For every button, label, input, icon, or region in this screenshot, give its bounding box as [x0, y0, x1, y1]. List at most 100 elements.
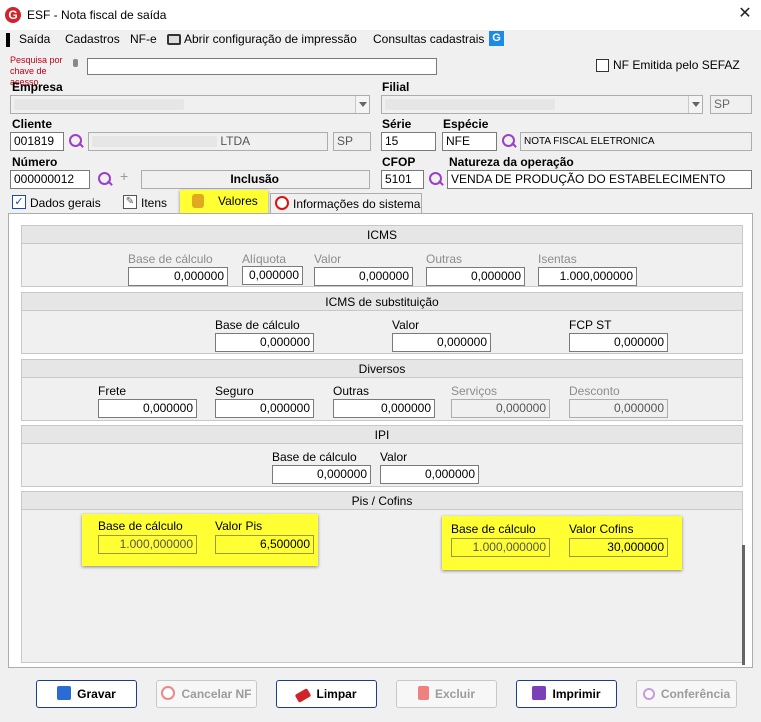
- diversos-section: Diversos Frete 0,000000 Seguro 0,000000 …: [21, 359, 743, 421]
- menu-nfe[interactable]: NF-e: [130, 32, 157, 46]
- numero-input[interactable]: 000000012: [10, 170, 90, 189]
- pis-base-label: Base de cálculo: [98, 519, 183, 533]
- tab-valores[interactable]: Valores: [180, 190, 268, 214]
- panel-scrollbar[interactable]: [742, 545, 745, 665]
- especie-desc-field: NOTA FISCAL ELETRONICA: [520, 132, 752, 151]
- tab-label: Dados gerais: [30, 196, 101, 210]
- search-icon[interactable]: [68, 133, 84, 149]
- gravar-button[interactable]: Gravar: [36, 680, 137, 708]
- ipi-valor-input[interactable]: 0,000000: [380, 465, 479, 484]
- desconto-input: 0,000000: [569, 399, 668, 418]
- menu-cadastros[interactable]: Cadastros: [65, 32, 120, 46]
- especie-code-input[interactable]: NFE: [442, 132, 497, 151]
- filial-label: Filial: [382, 80, 410, 94]
- search-icon[interactable]: [428, 171, 444, 187]
- icms-isentas-label: Isentas: [538, 252, 577, 266]
- icms-aliquota-input[interactable]: 0,000000: [242, 266, 303, 285]
- limpar-button[interactable]: Limpar: [276, 680, 377, 708]
- nf-emitida-checkbox[interactable]: [596, 59, 609, 72]
- valor-cofins-input[interactable]: 30,000000: [569, 538, 668, 557]
- nf-emitida-label: NF Emitida pelo SEFAZ: [613, 58, 740, 72]
- eraser-icon: [295, 688, 312, 703]
- icms-st-section: ICMS de substituição Base de cálculo 0,0…: [21, 292, 743, 354]
- frete-input[interactable]: 0,000000: [98, 399, 197, 418]
- icms-valor-label: Valor: [314, 252, 342, 266]
- cofins-base-input[interactable]: 1.000,000000: [451, 538, 550, 557]
- button-label: Cancelar NF: [181, 687, 252, 701]
- cliente-name-redacted: [92, 136, 217, 148]
- frete-label: Frete: [98, 384, 127, 398]
- icms-isentas-input[interactable]: 1.000,000000: [538, 267, 637, 286]
- icms-valor-input[interactable]: 0,000000: [314, 267, 413, 286]
- conferencia-button[interactable]: Conferência: [636, 680, 737, 708]
- ipi-valor-label: Valor: [380, 450, 408, 464]
- servicos-input: 0,000000: [451, 399, 550, 418]
- empresa-select[interactable]: [10, 95, 370, 114]
- icms-outras-input[interactable]: 0,000000: [426, 267, 525, 286]
- excluir-button[interactable]: Excluir: [396, 680, 497, 708]
- search-key-input[interactable]: [87, 58, 437, 75]
- chevron-down-icon[interactable]: [355, 96, 369, 113]
- cliente-code-input[interactable]: 001819: [10, 132, 64, 151]
- icms-st-valor-input[interactable]: 0,000000: [392, 333, 491, 352]
- icms-st-fcp-input[interactable]: 0,000000: [569, 333, 668, 352]
- cliente-name-field: LTDA: [88, 132, 328, 151]
- natureza-input[interactable]: VENDA DE PRODUÇÃO DO ESTABELECIMENTO: [447, 170, 752, 189]
- app-shortcut-icon[interactable]: G: [489, 31, 504, 46]
- numero-label: Número: [12, 155, 58, 169]
- search-icon: [642, 688, 655, 700]
- ipi-base-input[interactable]: 0,000000: [272, 465, 371, 484]
- pis-base-input[interactable]: 1.000,000000: [98, 535, 197, 554]
- cfop-input[interactable]: 5101: [381, 170, 424, 189]
- pin-icon: [73, 59, 78, 67]
- filial-select[interactable]: [381, 95, 703, 114]
- cancelar-nf-button[interactable]: Cancelar NF: [156, 680, 257, 708]
- pis-cofins-section: Pis / Cofins Base de cálculo 1.000,00000…: [21, 491, 743, 663]
- outras-label: Outras: [333, 384, 370, 398]
- button-label: Limpar: [316, 687, 357, 701]
- icms-base-label: Base de cálculo: [128, 252, 213, 266]
- servicos-label: Serviços: [451, 384, 498, 398]
- menu-consultas-cadastrais[interactable]: Consultas cadastrais: [373, 32, 484, 46]
- icms-base-input[interactable]: 0,000000: [128, 267, 228, 286]
- trash-icon: [417, 686, 429, 700]
- icms-section: ICMS Base de cálculo 0,000000 Alíquota 0…: [21, 225, 743, 287]
- menu-abrir-configuracao-impressao[interactable]: Abrir configuração de impressão: [184, 32, 357, 46]
- plus-icon[interactable]: +: [120, 168, 128, 184]
- tab-informacoes-sistema[interactable]: Informações do sistema: [270, 193, 422, 213]
- chevron-down-icon[interactable]: [688, 96, 702, 113]
- tab-itens[interactable]: ✎ Itens: [119, 193, 182, 213]
- close-icon[interactable]: ✕: [735, 4, 755, 24]
- imprimir-button[interactable]: Imprimir: [516, 680, 617, 708]
- icms-st-base-input[interactable]: 0,000000: [215, 333, 314, 352]
- cliente-uf: SP: [333, 132, 371, 151]
- menu-saida[interactable]: Saída: [19, 32, 50, 46]
- section-title: Diversos: [22, 360, 742, 378]
- tab-dados-gerais[interactable]: ✓ Dados gerais: [8, 193, 117, 213]
- title-bar: G ESF - Nota fiscal de saída ✕: [0, 0, 761, 30]
- coins-icon: [192, 194, 204, 208]
- tab-label: Informações do sistema: [293, 197, 421, 211]
- cliente-label: Cliente: [12, 117, 53, 131]
- section-title: Pis / Cofins: [22, 492, 742, 510]
- filial-value-redacted: [385, 99, 555, 111]
- ipi-base-label: Base de cálculo: [272, 450, 357, 464]
- menu-marker-icon: [6, 33, 10, 47]
- ipi-section: IPI Base de cálculo 0,000000 Valor 0,000…: [21, 425, 743, 487]
- cfop-label: CFOP: [382, 155, 416, 169]
- serie-input[interactable]: 15: [381, 132, 436, 151]
- icms-st-fcp-label: FCP ST: [569, 318, 612, 332]
- seguro-input[interactable]: 0,000000: [215, 399, 314, 418]
- cofins-base-label: Base de cálculo: [451, 522, 536, 536]
- search-icon[interactable]: [501, 133, 517, 149]
- cliente-name-suffix: LTDA: [220, 134, 251, 148]
- valor-pis-label: Valor Pis: [215, 519, 263, 533]
- tab-label: Itens: [141, 196, 168, 210]
- serie-label: Série: [382, 117, 412, 131]
- outras-input[interactable]: 0,000000: [333, 399, 435, 418]
- app-logo-icon: G: [5, 7, 21, 23]
- valor-pis-input[interactable]: 6,500000: [215, 535, 314, 554]
- button-label: Gravar: [77, 687, 116, 701]
- button-label: Imprimir: [552, 687, 601, 701]
- search-icon[interactable]: [97, 171, 113, 187]
